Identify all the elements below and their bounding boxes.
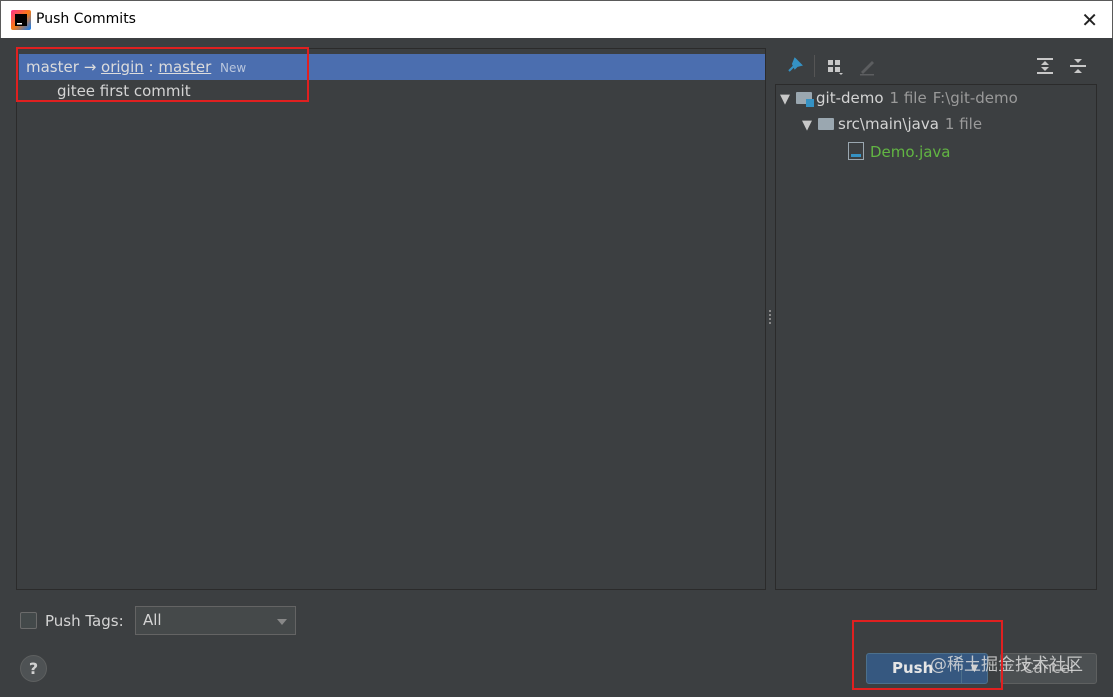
expand-triangle-icon[interactable]: ▼ xyxy=(780,92,794,107)
tree-node-root[interactable]: ▼ git-demo 1 file F:\git-demo xyxy=(780,89,1018,107)
folder-file-count: 1 file xyxy=(944,115,983,133)
expand-triangle-icon[interactable]: ▼ xyxy=(802,118,816,133)
group-by-icon[interactable] xyxy=(824,55,846,77)
remote-branch-link[interactable]: master xyxy=(158,58,211,76)
commits-panel: master → origin : master New gitee first… xyxy=(16,48,766,590)
commit-item[interactable]: gitee first commit xyxy=(57,82,191,100)
toolbar-separator xyxy=(814,55,815,77)
java-file-icon xyxy=(848,142,864,160)
arrow-icon: → xyxy=(83,58,97,76)
folder-icon xyxy=(818,118,834,130)
tags-select-value: All xyxy=(143,611,162,629)
folder-name: src\main\java xyxy=(838,115,939,133)
root-file-count: 1 file xyxy=(889,89,927,107)
module-folder-icon xyxy=(796,92,814,107)
push-tags-label: Push Tags: xyxy=(45,612,124,630)
expand-all-icon[interactable] xyxy=(1034,55,1056,77)
tree-node-folder[interactable]: ▼ src\main\java 1 file xyxy=(802,115,982,133)
changes-tree: ▼ git-demo 1 file F:\git-demo ▼ src\main\jav… xyxy=(775,84,1097,590)
branch-separator: : xyxy=(143,58,159,76)
changes-toolbar xyxy=(776,50,1098,80)
dialog-footer: Push Tags: All ? Push ▼ Cancel @稀土掘金技术社区 xyxy=(0,600,1113,697)
file-name: Demo.java xyxy=(870,143,951,161)
pin-icon[interactable] xyxy=(784,55,806,77)
intellij-app-icon xyxy=(11,10,31,30)
root-path: F:\git-demo xyxy=(932,89,1018,107)
chevron-down-icon xyxy=(277,619,287,625)
push-tags-checkbox[interactable] xyxy=(20,612,37,629)
help-button[interactable]: ? xyxy=(20,655,47,682)
remote-link[interactable]: origin xyxy=(101,58,144,76)
splitter-handle[interactable] xyxy=(768,308,772,330)
new-badge: New xyxy=(220,61,247,75)
root-name: git-demo xyxy=(816,89,884,107)
title-bar: Push Commits ✕ xyxy=(0,0,1113,38)
push-label: Push xyxy=(892,659,934,677)
tags-select[interactable]: All xyxy=(135,606,296,635)
watermark: @稀土掘金技术社区 xyxy=(930,655,1083,675)
tree-node-file[interactable]: Demo.java xyxy=(848,142,951,161)
window-title: Push Commits xyxy=(36,11,136,27)
edit-icon[interactable] xyxy=(856,55,878,77)
local-branch: master xyxy=(26,58,79,76)
collapse-all-icon[interactable] xyxy=(1067,55,1089,77)
close-icon[interactable]: ✕ xyxy=(1081,8,1098,32)
branch-row[interactable]: master → origin : master New xyxy=(19,54,765,80)
